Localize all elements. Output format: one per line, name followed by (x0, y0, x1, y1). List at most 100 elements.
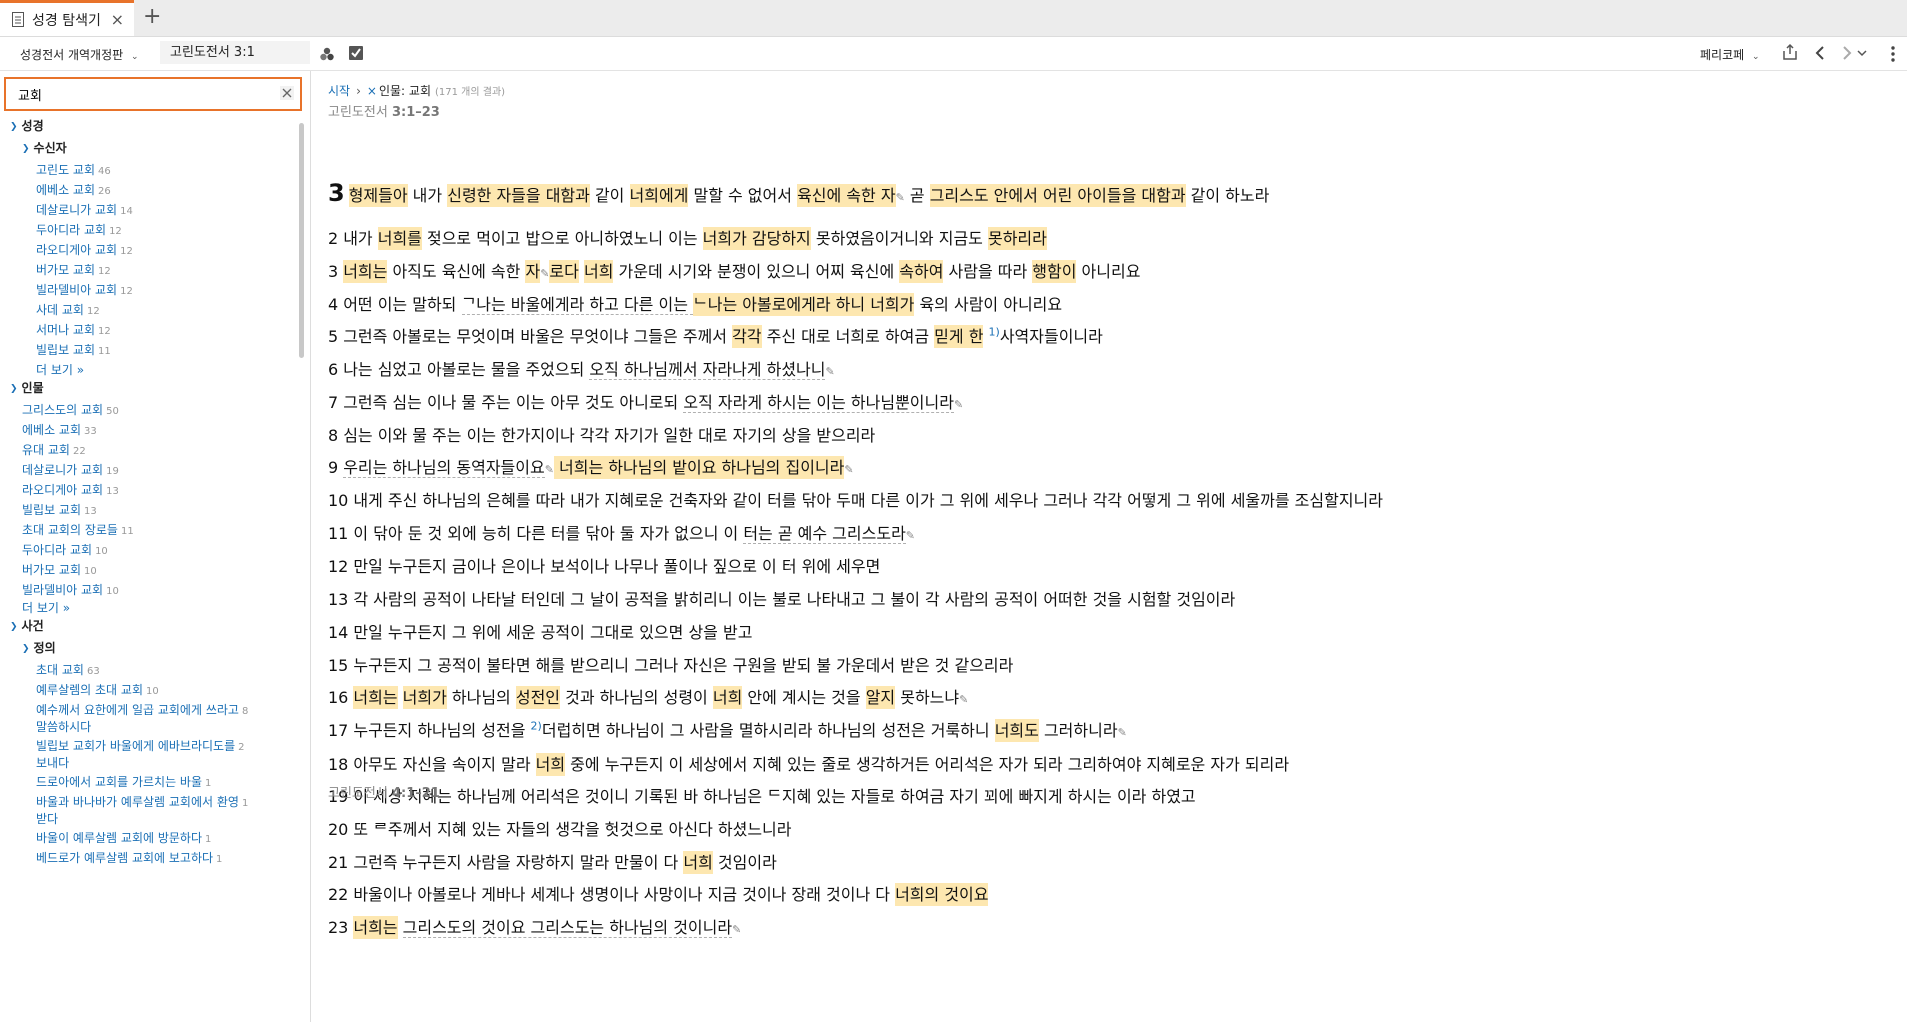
tree-item[interactable]: 서머나 교회 12 (36, 321, 111, 338)
share-icon[interactable] (1782, 43, 1798, 61)
highlighted-term[interactable]: 자 (525, 260, 541, 283)
verse-6[interactable]: 6 나는 심었고 아볼로는 물을 주었으되 오직 하나님께서 자라나게 하셨나니✎ (328, 356, 835, 380)
cross-reference-pencil-icon[interactable]: ✎ (732, 923, 741, 936)
verse-1[interactable]: 3 형제들아 내가 신령한 자들을 대함과 같이 너희에게 말할 수 없어서 육신… (328, 179, 1269, 207)
highlighted-term[interactable]: 형제들아 (348, 184, 408, 207)
tree-item[interactable]: 빌립보 교회가 바울에게 에바브라디도를 2 보내다 (36, 737, 245, 771)
highlighted-term[interactable]: 행함이 (1032, 260, 1077, 283)
verse-2[interactable]: 2 내가 너희를 젖으로 먹이고 밥으로 아니하였노니 이는 너희가 감당하지 못… (328, 225, 1047, 250)
footnote-marker[interactable]: 2) (531, 720, 542, 733)
group-people[interactable]: ❯ 인물 (10, 379, 44, 396)
verse-number[interactable]: 20 (328, 820, 348, 839)
verse-number[interactable]: 16 (328, 688, 348, 707)
tree-item[interactable]: 버가모 교회 10 (22, 561, 97, 578)
highlighted-term[interactable]: 성전인 (515, 686, 561, 709)
tree-item[interactable]: 고린도 교회 46 (36, 161, 111, 178)
verse-16[interactable]: 16 너희는 너희가 하나님의 성전인 것과 하나님의 성령이 너희 안에 계시는… (328, 684, 968, 709)
cross-reference-pencil-icon[interactable]: ✎ (545, 463, 554, 476)
tree-item[interactable]: 예수께서 요한에게 일곱 교회에게 쓰라고 8 말씀하시다 (36, 701, 248, 735)
highlighted-term[interactable]: 그리스도 안에서 어린 아이들을 대함과 (929, 184, 1186, 207)
checkbox-icon[interactable] (349, 46, 363, 60)
tree-item[interactable]: 초대 교회의 장로들 11 (22, 521, 134, 538)
linked-phrase[interactable]: 터는 곧 예수 그리스도라 (743, 524, 906, 544)
tree-item[interactable]: 베드로가 예루살렘 교회에 보고하다 1 (36, 849, 222, 866)
verse-number[interactable]: 23 (328, 918, 348, 937)
tree-item[interactable]: 버가모 교회 12 (36, 261, 111, 278)
highlighted-term[interactable]: 너희 (683, 851, 713, 874)
highlighted-term[interactable]: 너희도 (994, 719, 1039, 742)
visual-filter-icon[interactable] (320, 47, 334, 61)
verse-4[interactable]: 4 어떤 이는 말하되 ᄀ나는 바울에게라 하고 다른 이는 ᄂ나는 아볼로에게라… (328, 291, 1062, 316)
footnote-marker[interactable]: 1) (989, 326, 1000, 339)
highlighted-term[interactable]: 너희의 것이요 (895, 883, 989, 906)
tab-bible-explorer[interactable]: 성경 탐색기 × (0, 0, 134, 36)
tree-item[interactable]: 바울과 바나바가 예루살렘 교회에서 환영 1 받다 (36, 793, 248, 827)
new-tab-button[interactable]: + (143, 5, 161, 29)
highlighted-term[interactable]: 너희는 (343, 260, 388, 283)
group-definitions[interactable]: ❯ 정의 (22, 639, 56, 656)
highlighted-term[interactable]: 너희 (583, 260, 614, 283)
tree-item[interactable]: 라오디게아 교회 13 (22, 481, 119, 498)
verse-19[interactable]: 19 이 세상 지혜는 하나님께 어리석은 것이니 기록된 바 하나님은 ᄃ지혜 … (328, 783, 1196, 807)
verse-number[interactable]: 6 (328, 360, 338, 379)
tree-item[interactable]: 데살로니가 교회 19 (22, 461, 119, 478)
group-bible[interactable]: ❯ 성경 (10, 117, 44, 134)
highlighted-term[interactable]: 각각 (732, 325, 762, 348)
verse-number[interactable]: 11 (328, 524, 348, 543)
section-heading-current[interactable]: 고린도전서 3:1–23 (328, 101, 440, 120)
highlighted-term[interactable]: 너희 (712, 686, 743, 709)
tree-item[interactable]: 데살로니가 교회 14 (36, 201, 133, 218)
verse-number[interactable]: 15 (328, 656, 348, 675)
verse-number[interactable]: 21 (328, 853, 348, 872)
verse-23[interactable]: 23 너희는 그리스도의 것이요 그리스도는 하나님의 것이니라✎ (328, 914, 741, 939)
highlighted-term[interactable]: 로다 (549, 260, 579, 283)
tree-item[interactable]: 유대 교회 22 (22, 441, 86, 458)
verse-11[interactable]: 11 이 닦아 둔 것 외에 능히 다른 터를 닦아 둘 자가 없으니 이 터는 … (328, 520, 915, 544)
verse-number[interactable]: 10 (328, 491, 348, 510)
tree-item[interactable]: 사데 교회 12 (36, 301, 100, 318)
cross-reference-pencil-icon[interactable]: ✎ (1118, 726, 1127, 739)
cross-reference-pencil-icon[interactable]: ✎ (954, 398, 963, 411)
cross-reference-pencil-icon[interactable]: ✎ (959, 693, 968, 706)
tree-item[interactable]: 에베소 교회 26 (36, 181, 111, 198)
highlighted-term[interactable]: 육신에 속한 자 (797, 184, 896, 207)
bible-version-select[interactable]: 성경전서 개역개정판 ⌄ (20, 46, 139, 63)
tree-item[interactable]: 빌라델비아 교회 12 (36, 281, 133, 298)
verse-17[interactable]: 17 누구든지 하나님의 성전을 2)더럽히면 하나님이 그 사람을 멸하시리라 … (328, 717, 1127, 742)
highlighted-term[interactable]: 너희가 (402, 686, 447, 709)
more-options-icon[interactable] (1890, 45, 1896, 63)
highlighted-term[interactable]: 너희는 (353, 686, 398, 709)
group-events[interactable]: ❯ 사건 (10, 617, 44, 634)
verse-7[interactable]: 7 그런즉 심는 이나 물 주는 이는 아무 것도 아니로되 오직 자라게 하시는… (328, 389, 963, 413)
highlighted-term[interactable]: 너희가 (870, 293, 915, 316)
reference-input[interactable]: 고린도전서 3:1 (160, 41, 310, 64)
tree-item[interactable]: 라오디게아 교회 12 (36, 241, 133, 258)
search-input[interactable] (16, 79, 260, 109)
verse-21[interactable]: 21 그런즉 누구든지 사람을 자랑하지 말라 만물이 다 너희 것임이라 (328, 849, 777, 874)
layout-select[interactable]: 페리코페 ⌄ (1700, 46, 1760, 63)
highlighted-term[interactable]: 너희에게 (629, 184, 689, 207)
clear-search-icon[interactable] (280, 86, 294, 100)
highlighted-term[interactable]: 너희를 (377, 227, 422, 250)
highlighted-term[interactable]: 속하여 (899, 260, 944, 283)
back-icon[interactable] (1814, 45, 1826, 61)
section-heading-next[interactable]: 고린도전서 4:1–21 (328, 782, 440, 801)
tree-item[interactable]: 두아디라 교회 10 (22, 541, 108, 558)
verse-12[interactable]: 12 만일 누구든지 금이나 은이나 보석이나 나무나 풀이나 짚으로 이 터 위… (328, 553, 880, 577)
verse-10[interactable]: 10 내게 주신 하나님의 은혜를 따라 내가 지혜로운 건축자와 같이 터를 닦… (328, 487, 1383, 511)
cross-reference-pencil-icon[interactable]: ✎ (844, 463, 853, 476)
verse-number[interactable]: 3 (328, 262, 338, 281)
linked-phrase[interactable]: ᄀ나는 바울에게라 하고 다른 이는 (461, 295, 694, 315)
verse-number[interactable]: 4 (328, 295, 338, 314)
chapter-number[interactable]: 3 (328, 179, 345, 207)
verse-number[interactable]: 22 (328, 885, 348, 904)
recipients-more-link[interactable]: 더 보기 » (36, 361, 84, 378)
linked-phrase[interactable]: 우리는 하나님의 동역자들이요 (343, 458, 545, 478)
verse-number[interactable]: 18 (328, 755, 348, 774)
linked-phrase[interactable]: 그리스도의 것이요 그리스도는 하나님의 것이니라 (402, 918, 733, 938)
cross-reference-pencil-icon[interactable]: ✎ (825, 365, 834, 378)
cross-reference-pencil-icon[interactable]: ✎ (906, 529, 915, 542)
tree-item[interactable]: 바울이 예루살렘 교회에 방문하다 1 (36, 829, 211, 846)
people-more-link[interactable]: 더 보기 » (22, 599, 70, 616)
breadcrumb-home-link[interactable]: 시작 (328, 84, 350, 98)
